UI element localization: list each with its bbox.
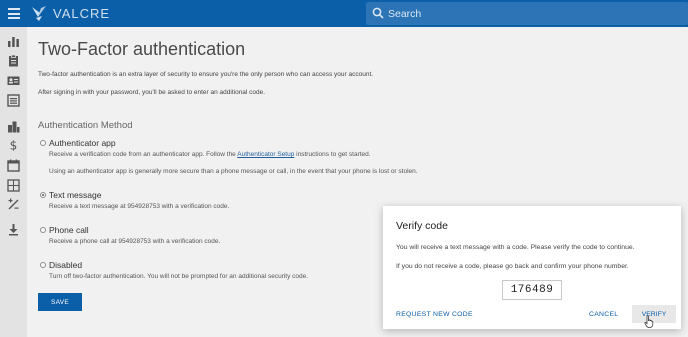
page-title: Two-Factor authentication [38, 39, 246, 59]
option-description: Receive a text message at 954928753 with… [49, 203, 230, 210]
dialog-text-2: If you do not receive a code, please go … [396, 263, 629, 270]
disabled-radio[interactable] [40, 262, 46, 268]
verification-code-field[interactable]: 176489 [502, 280, 562, 300]
svg-text:$: $ [10, 139, 18, 152]
map-grid-icon[interactable] [7, 179, 20, 192]
option-description: Receive a phone call at 954928753 with a… [49, 238, 221, 245]
brand-logo[interactable]: VALCRE [31, 4, 110, 22]
option-description: Receive a verification code from an auth… [49, 151, 371, 158]
hand-cursor-icon [644, 315, 654, 328]
hamburger-menu-icon[interactable] [8, 8, 20, 19]
dialog-text: You will receive a text message with a c… [396, 244, 635, 251]
verify-code-dialog: Verify code You will receive a text mess… [383, 206, 681, 329]
option-label: Phone call [49, 225, 89, 235]
option-label: Text message [49, 190, 102, 200]
option-label: Disabled [49, 260, 83, 270]
buildings-icon[interactable] [7, 120, 20, 133]
clipboard-icon[interactable] [7, 54, 20, 67]
contact-card-icon[interactable] [7, 74, 20, 87]
request-new-code-button[interactable]: REQUEST NEW CODE [396, 311, 473, 318]
option-description: Turn off two-factor authentication. You … [49, 273, 309, 280]
sidebar: $ [0, 27, 27, 337]
download-icon[interactable] [7, 223, 20, 236]
section-title: Authentication Method [38, 120, 133, 131]
valcre-bird-logo [32, 6, 46, 21]
authenticator-radio[interactable] [40, 140, 46, 146]
phone-call-radio[interactable] [40, 227, 46, 233]
top-bar: VALCRE [0, 0, 688, 27]
cancel-button[interactable]: CANCEL [589, 311, 618, 318]
intro-text-2: After signing in with your password, you… [38, 89, 266, 96]
search-input[interactable] [388, 5, 678, 22]
option-label: Authenticator app [49, 138, 116, 148]
calendar-icon[interactable] [7, 159, 20, 172]
save-button[interactable]: SAVE [38, 293, 82, 311]
text-message-radio[interactable] [40, 192, 46, 198]
bar-chart-icon[interactable] [7, 35, 20, 48]
search-bar[interactable] [366, 2, 688, 25]
dollar-icon[interactable]: $ [7, 138, 20, 152]
dialog-title: Verify code [396, 220, 448, 232]
option-note: Using an authenticator app is generally … [49, 168, 418, 175]
percent-icon[interactable] [7, 198, 20, 211]
search-icon [372, 7, 384, 19]
intro-text: Two-factor authentication is an extra la… [38, 71, 374, 78]
list-icon[interactable] [7, 94, 20, 107]
brand-name: VALCRE [53, 5, 111, 21]
authenticator-setup-link[interactable]: Authenticator Setup [237, 151, 294, 158]
verify-button[interactable]: VERIFY [632, 305, 676, 323]
